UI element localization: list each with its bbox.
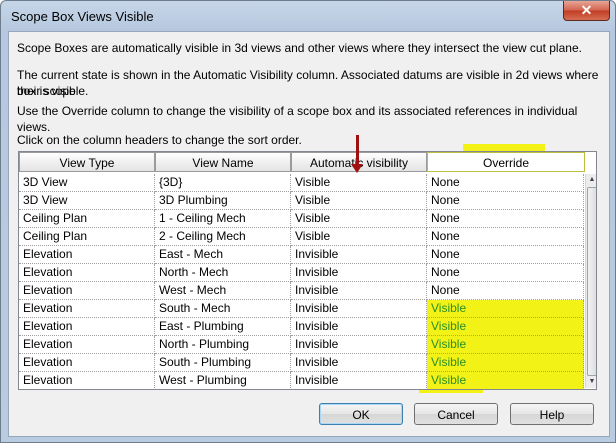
cell-override[interactable]: None	[427, 228, 584, 246]
cell-view-name: 3D Plumbing	[155, 192, 291, 210]
cell-view-type: 3D View	[19, 174, 155, 192]
cell-automatic-visibility: Invisible	[291, 318, 427, 336]
dialog-window: Scope Box Views Visible ✕ Scope Boxes ar…	[0, 0, 616, 443]
scroll-down-icon[interactable]: ▼	[587, 377, 596, 387]
cell-view-type: Ceiling Plan	[19, 228, 155, 246]
cell-automatic-visibility: Visible	[291, 174, 427, 192]
cell-override[interactable]: None	[427, 282, 584, 300]
annotation-arrow	[356, 135, 359, 165]
title-bar[interactable]: Scope Box Views Visible ✕	[1, 1, 615, 31]
intro-text-1: Scope Boxes are automatically visible in…	[17, 41, 582, 55]
close-button[interactable]: ✕	[563, 1, 610, 21]
cell-view-type: Ceiling Plan	[19, 210, 155, 228]
cell-automatic-visibility: Invisible	[291, 336, 427, 354]
cell-view-name: West - Mech	[155, 282, 291, 300]
cell-override[interactable]: None	[427, 174, 584, 192]
cell-view-name: South - Plumbing	[155, 354, 291, 372]
cell-view-type: Elevation	[19, 282, 155, 300]
cell-override[interactable]: None	[427, 192, 584, 210]
help-button[interactable]: Help	[510, 403, 594, 425]
cell-override[interactable]: Visible	[427, 300, 584, 318]
table-row[interactable]: Elevation East - Mech Invisible None	[19, 246, 584, 264]
cell-override[interactable]: None	[427, 246, 584, 264]
cell-automatic-visibility: Visible	[291, 210, 427, 228]
table-row[interactable]: Ceiling Plan 2 - Ceiling Mech Visible None	[19, 228, 584, 246]
cell-view-name: 1 - Ceiling Mech	[155, 210, 291, 228]
cell-automatic-visibility: Invisible	[291, 372, 427, 389]
cell-override[interactable]: Visible	[427, 354, 584, 372]
table-row[interactable]: Elevation West - Mech Invisible None	[19, 282, 584, 300]
intro-text-3: Use the Override column to change the vi…	[17, 104, 578, 134]
cell-view-name: West - Plumbing	[155, 372, 291, 389]
cell-automatic-visibility: Invisible	[291, 354, 427, 372]
window-title: Scope Box Views Visible	[11, 9, 154, 24]
table-row[interactable]: Elevation East - Plumbing Invisible Visible	[19, 318, 584, 336]
table-row[interactable]: 3D View {3D} Visible None	[19, 174, 584, 192]
cell-automatic-visibility: Invisible	[291, 246, 427, 264]
cell-view-type: 3D View	[19, 192, 155, 210]
cell-automatic-visibility: Invisible	[291, 282, 427, 300]
cell-view-type: Elevation	[19, 264, 155, 282]
column-header-view-type[interactable]: View Type	[19, 152, 155, 172]
table-row[interactable]: Elevation South - Plumbing Invisible Visibl…	[19, 354, 584, 372]
views-table[interactable]: View Type View Name Automatic visibility…	[18, 151, 597, 390]
dialog-body: Scope Boxes are automatically visible in…	[8, 31, 610, 437]
cancel-button[interactable]: Cancel	[414, 403, 498, 425]
cell-override[interactable]: None	[427, 210, 584, 228]
cell-override[interactable]: Visible	[427, 318, 584, 336]
cell-view-name: {3D}	[155, 174, 291, 192]
cell-override[interactable]: Visible	[427, 336, 584, 354]
table-row[interactable]: Elevation North - Mech Invisible None	[19, 264, 584, 282]
ok-button[interactable]: OK	[319, 403, 403, 425]
cell-automatic-visibility: Visible	[291, 192, 427, 210]
cell-view-type: Elevation	[19, 354, 155, 372]
column-header-view-name[interactable]: View Name	[155, 152, 291, 172]
arrow-down-icon	[351, 164, 363, 173]
cell-view-type: Elevation	[19, 246, 155, 264]
table-row[interactable]: Ceiling Plan 1 - Ceiling Mech Visible None	[19, 210, 584, 228]
table-row[interactable]: 3D View 3D Plumbing Visible None	[19, 192, 584, 210]
cell-automatic-visibility: Invisible	[291, 264, 427, 282]
intro-text-2b: box is visible.	[17, 84, 89, 98]
table-header: View Type View Name Automatic visibility…	[19, 152, 596, 174]
cell-view-name: East - Mech	[155, 246, 291, 264]
cell-view-type: Elevation	[19, 336, 155, 354]
cell-view-name: 2 - Ceiling Mech	[155, 228, 291, 246]
table-row[interactable]: Elevation North - Plumbing Invisible Visibl…	[19, 336, 584, 354]
table-row[interactable]: Elevation West - Plumbing Invisible Visible	[19, 372, 584, 389]
cell-automatic-visibility: Invisible	[291, 300, 427, 318]
cell-view-type: Elevation	[19, 318, 155, 336]
cell-automatic-visibility: Visible	[291, 228, 427, 246]
cell-override[interactable]: None	[427, 264, 584, 282]
table-row[interactable]: Elevation South - Mech Invisible Visible	[19, 300, 584, 318]
column-header-override[interactable]: Override	[427, 152, 585, 172]
cell-override[interactable]: Visible	[427, 372, 584, 389]
scroll-thumb[interactable]	[587, 187, 596, 376]
cell-view-name: North - Plumbing	[155, 336, 291, 354]
scroll-up-icon[interactable]: ▲	[587, 175, 596, 185]
cell-view-type: Elevation	[19, 300, 155, 318]
vertical-scrollbar[interactable]: ▲ ▼	[585, 174, 596, 388]
cell-view-name: South - Mech	[155, 300, 291, 318]
cell-view-name: East - Plumbing	[155, 318, 291, 336]
cell-view-name: North - Mech	[155, 264, 291, 282]
cell-view-type: Elevation	[19, 372, 155, 389]
